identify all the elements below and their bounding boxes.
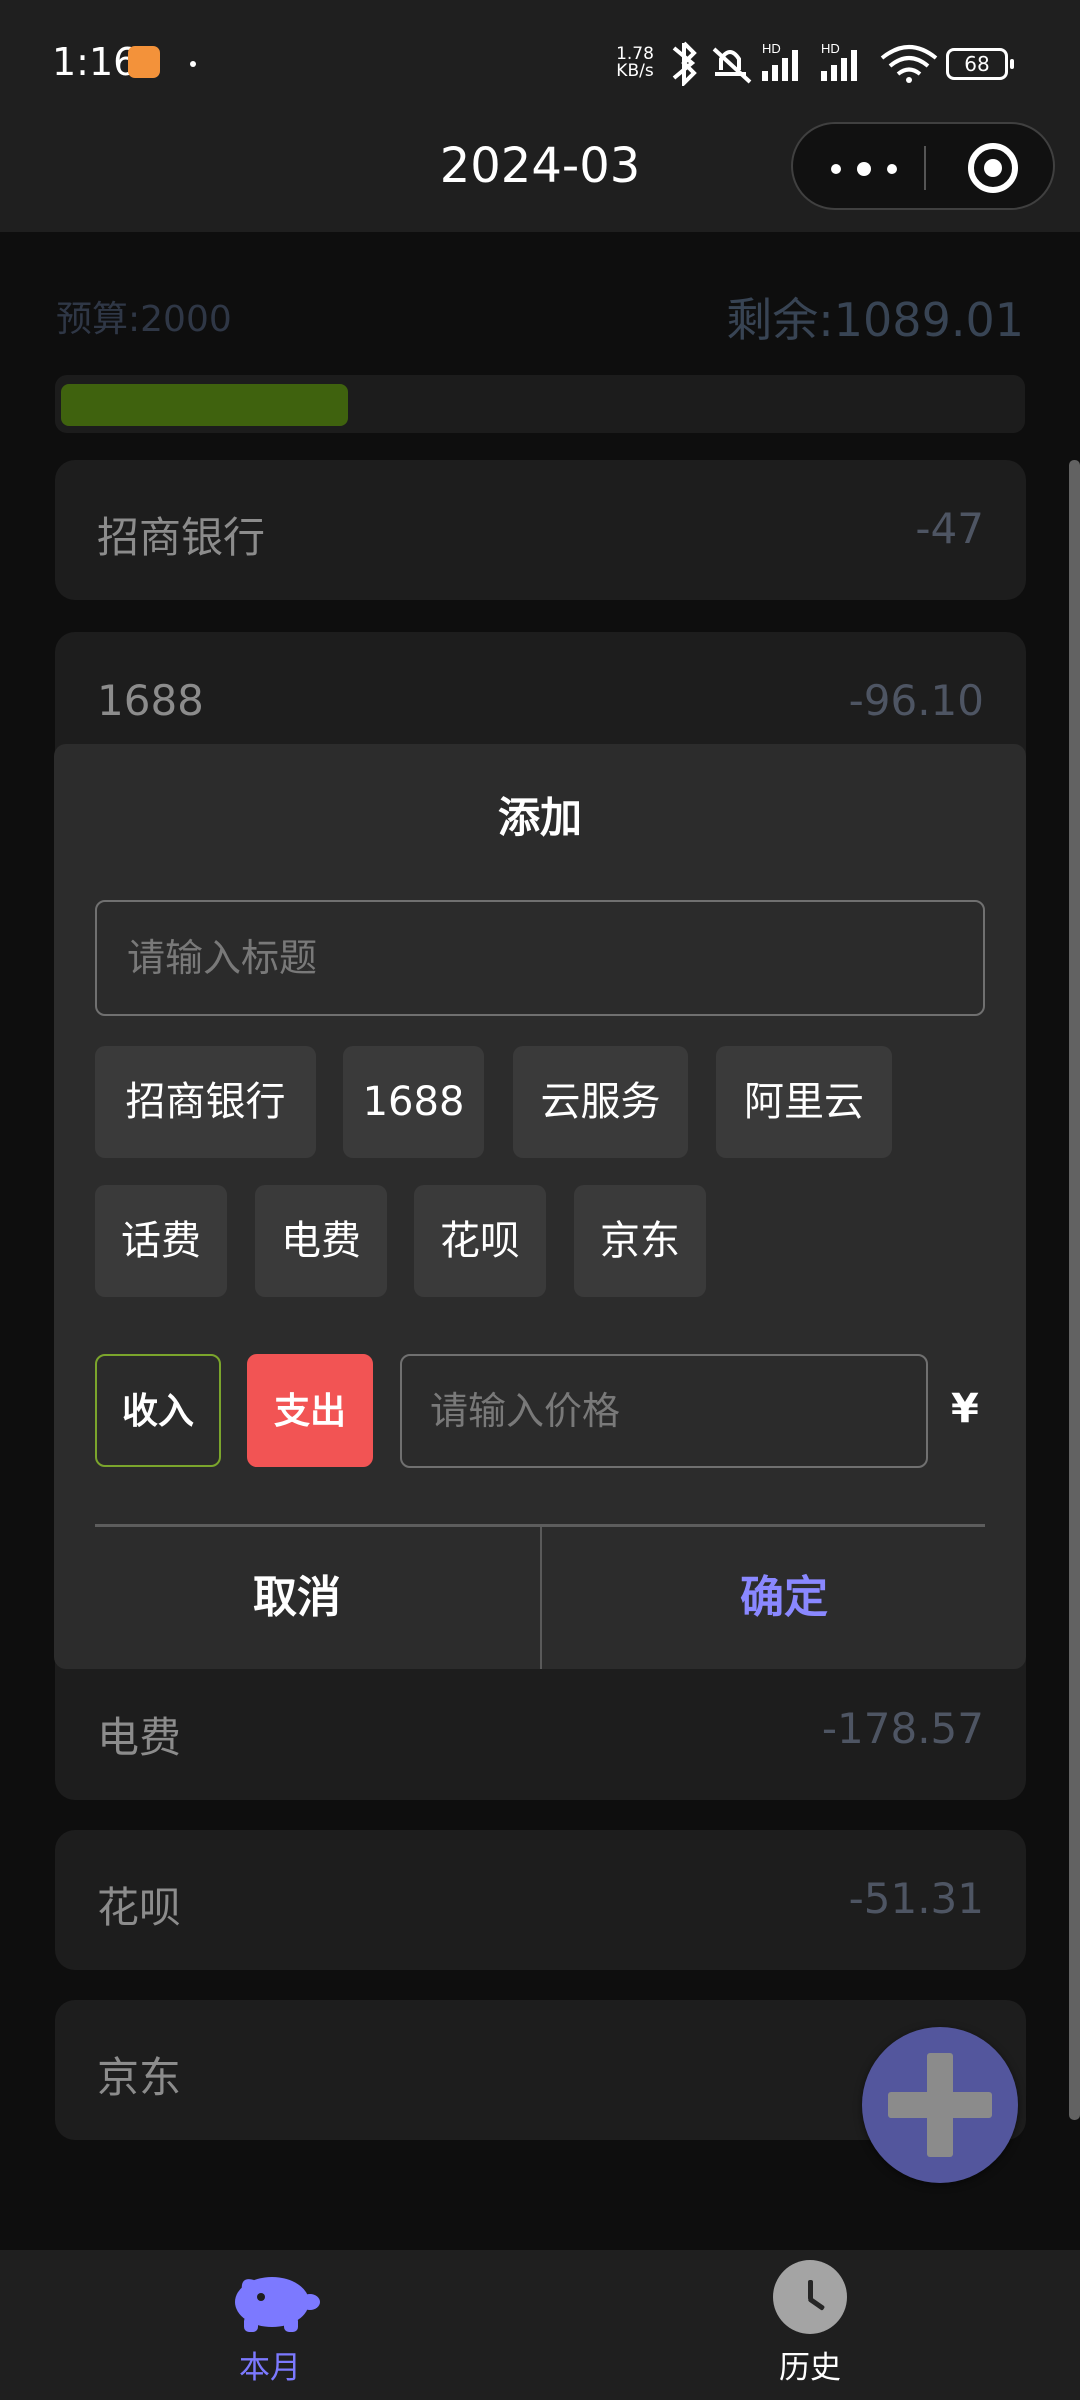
add-record-dialog: 添加 招商银行 1688 云服务 阿里云 话费 电费 花呗 京东 收入 支出 ¥… [54, 744, 1026, 1669]
quick-tag[interactable]: 京东 [574, 1185, 706, 1297]
quick-tag[interactable]: 1688 [343, 1046, 484, 1158]
record-amount: -96.10 [848, 676, 984, 725]
expense-toggle[interactable]: 支出 [247, 1354, 373, 1467]
capsule-divider [924, 146, 926, 190]
mini-program-capsule [791, 122, 1055, 210]
navigation-bar: 2024-03 [0, 120, 1080, 232]
battery-indicator: 68 [946, 48, 1014, 80]
title-input[interactable] [95, 900, 985, 1016]
quick-tag[interactable]: 云服务 [513, 1046, 688, 1158]
budget-progress-fill [61, 384, 348, 426]
currency-symbol: ¥ [951, 1386, 979, 1432]
cancel-button[interactable]: 取消 [54, 1527, 540, 1669]
svg-text:HD: HD [821, 41, 840, 56]
tab-label: 本月 [239, 2350, 301, 2386]
quick-tag[interactable]: 招商银行 [95, 1046, 316, 1158]
add-record-button[interactable] [862, 2027, 1018, 2183]
scrollbar[interactable] [1069, 460, 1080, 2120]
record-amount: -178.57 [821, 1704, 984, 1753]
price-input[interactable] [400, 1354, 928, 1468]
plus-icon [888, 2053, 992, 2157]
quick-tag[interactable]: 电费 [255, 1185, 387, 1297]
quick-tag[interactable]: 阿里云 [716, 1046, 892, 1158]
dialog-title: 添加 [497, 793, 582, 842]
quick-tag[interactable]: 话费 [95, 1185, 227, 1297]
record-title: 招商银行 [97, 513, 266, 562]
tab-bar: 本月 历史 [0, 2250, 1080, 2400]
close-mini-program-icon[interactable] [968, 143, 1018, 193]
record-title: 京东 [97, 2053, 182, 2102]
record-row[interactable]: 招商银行 -47 [55, 460, 1026, 600]
tab-history[interactable]: 历史 [540, 2250, 1080, 2400]
clock-icon [773, 2260, 847, 2334]
status-bar: 1:16 1.78 KB/s HD HD 68 [0, 0, 1080, 120]
record-title: 1688 [97, 676, 204, 725]
app-notification-icon [128, 46, 160, 78]
more-icon[interactable] [831, 162, 905, 176]
confirm-button[interactable]: 确定 [542, 1527, 1026, 1669]
quick-tag[interactable]: 花呗 [414, 1185, 546, 1297]
record-amount: -47 [915, 504, 984, 553]
bluetooth-icon [672, 41, 697, 86]
notification-dot-icon [190, 61, 196, 67]
mute-icon [712, 47, 752, 84]
record-title: 花呗 [97, 1883, 182, 1932]
record-row[interactable]: 花呗 -51.31 [55, 1830, 1026, 1970]
income-toggle[interactable]: 收入 [95, 1354, 221, 1467]
status-time: 1:16 [52, 40, 138, 84]
wifi-icon [880, 45, 938, 76]
remaining-label: 剩余:1089.01 [726, 293, 1024, 347]
record-amount: -51.31 [848, 1874, 984, 1923]
tab-label: 历史 [779, 2350, 841, 2386]
network-speed: 1.78 KB/s [616, 44, 654, 81]
record-title: 电费 [97, 1713, 182, 1762]
svg-text:HD: HD [762, 41, 781, 56]
tab-current-month[interactable]: 本月 [0, 2250, 540, 2400]
budget-progress-bar [55, 375, 1025, 433]
piggy-bank-icon [235, 2277, 320, 2332]
budget-label: 预算:2000 [56, 299, 232, 340]
